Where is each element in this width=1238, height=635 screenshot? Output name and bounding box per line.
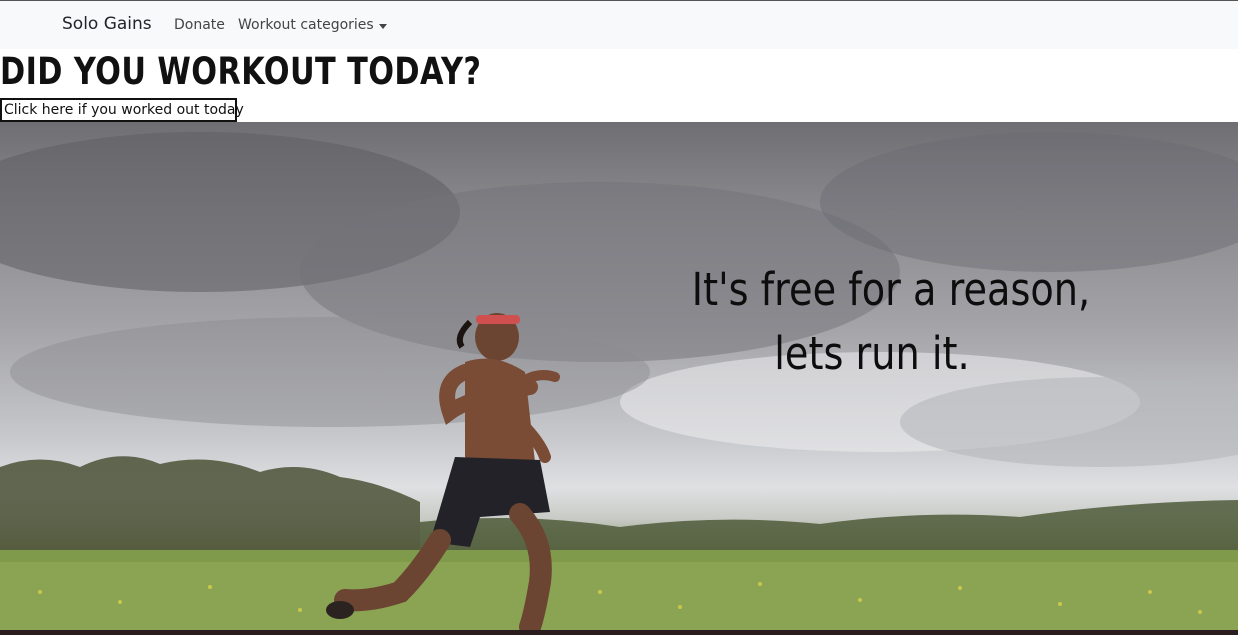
bottom-edge-bar: [0, 630, 1238, 635]
worked-out-button[interactable]: Click here if you worked out today: [0, 98, 244, 122]
hero-background-image: [0, 132, 1238, 630]
nav-dropdown-label: Workout categories: [238, 17, 374, 33]
hero-quote: It's free for a reason, lets run it.: [691, 258, 1091, 386]
nav-dropdown-workout-categories[interactable]: Workout categories: [238, 17, 387, 33]
hero-quote-line-1: It's free for a reason,: [691, 263, 1091, 316]
caret-down-icon: [378, 23, 387, 29]
hero-banner: It's free for a reason, lets run it.: [0, 122, 1238, 630]
hero-quote-line-2: lets run it.: [774, 327, 970, 380]
brand-link[interactable]: Solo Gains: [62, 14, 152, 34]
nav-link-donate[interactable]: Donate: [174, 17, 225, 33]
page-headline: DID YOU WORKOUT TODAY?: [0, 50, 482, 93]
navbar: Solo Gains Donate Workout categories: [0, 0, 1238, 49]
